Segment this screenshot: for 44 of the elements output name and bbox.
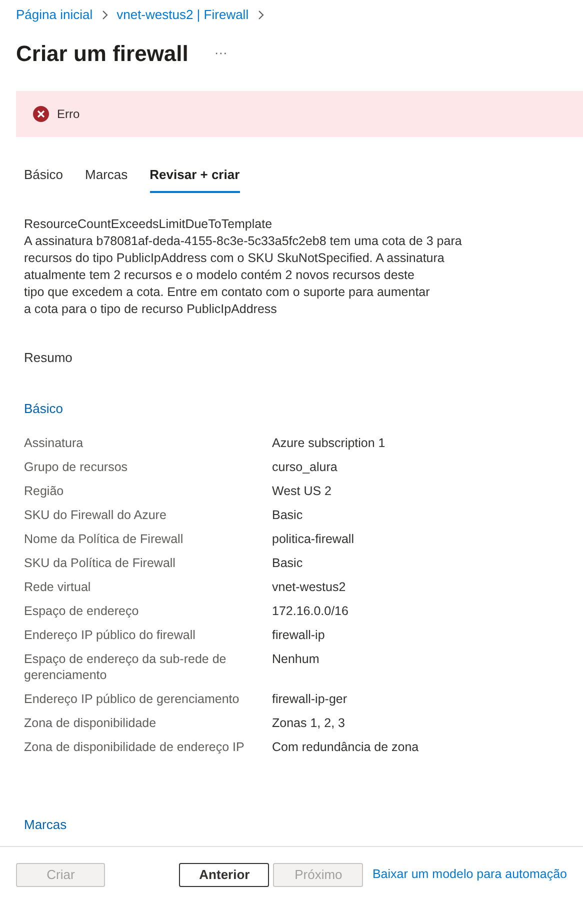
field-label: Zona de disponibilidade de endereço IP	[24, 738, 246, 755]
chevron-icon	[256, 10, 265, 20]
field-value: firewall-ip-ger	[272, 690, 348, 707]
field-label: Região	[24, 482, 65, 499]
field-value: Azure subscription 1	[272, 434, 386, 451]
field-label: Endereço IP público do firewall	[24, 626, 196, 643]
tab[interactable]: Básico	[24, 165, 64, 193]
field-value: West US 2	[272, 482, 332, 499]
field-value: Basic	[272, 554, 303, 571]
error-message: A assinatura b78081af-deda-4155-8c3e-5c33a5fc2eb8 tem uma cota de 3 para recursos do tipo PublicIpAddress com o SKU SkuNotSpecified. A assinatura atualmente tem 2 recursos e o modelo contém 2 novos recursos deste tipo que excedem a cota. Entre em contato com o suporte para aumentar a cota para o tipo de recurso PublicIpAddress	[24, 232, 463, 318]
tab[interactable]: Revisar + criar	[150, 165, 240, 193]
field-value: curso_alura	[272, 458, 338, 475]
more-button[interactable]: ···	[214, 43, 228, 63]
field-label: Espaço de endereço	[24, 602, 140, 619]
breadcrumb-link[interactable]: vnet-westus2 | Firewall	[116, 5, 249, 24]
tab[interactable]: Marcas	[85, 165, 128, 193]
breadcrumb-link[interactable]: Página inicial	[16, 5, 93, 24]
field-value: 172.16.0.0/16	[272, 602, 348, 619]
field-value: firewall-ip	[272, 626, 325, 643]
action-button[interactable]: Anterior	[179, 862, 270, 887]
field-label: SKU do Firewall do Azure	[24, 506, 168, 523]
field-value: politica-firewall	[272, 530, 354, 547]
field-label: Espaço de endereço da sub-rede de gerenciamento	[24, 650, 228, 683]
field-label: Assinatura	[24, 434, 84, 451]
field-value: Basic	[272, 506, 303, 523]
section-heading: Básico	[23, 400, 64, 418]
field-value: Zonas 1, 2, 3	[272, 714, 345, 731]
summary-heading: Resumo	[23, 348, 74, 367]
error-icon	[33, 106, 49, 122]
field-label: Zona de disponibilidade	[24, 714, 158, 731]
field-label: Endereço IP público de gerenciamento	[24, 690, 240, 707]
download-template-link[interactable]: Baixar um modelo para automação	[372, 865, 567, 884]
page-title: Criar um firewall	[16, 40, 188, 68]
field-label: Grupo de recursos	[24, 458, 129, 475]
field-label: Nome da Política de Firewall	[24, 530, 184, 547]
chevron-icon	[100, 10, 109, 20]
field-value: Com redundância de zona	[272, 738, 419, 755]
section-heading: Marcas	[23, 816, 68, 834]
error-label: Erro	[57, 106, 80, 123]
field-value: vnet-westus2	[272, 578, 346, 595]
error-code: ResourceCountExceedsLimitDueToTemplate	[24, 216, 274, 233]
field-value: Nenhum	[272, 650, 320, 668]
field-label: Rede virtual	[24, 578, 92, 595]
field-label: SKU da Política de Firewall	[24, 554, 176, 571]
